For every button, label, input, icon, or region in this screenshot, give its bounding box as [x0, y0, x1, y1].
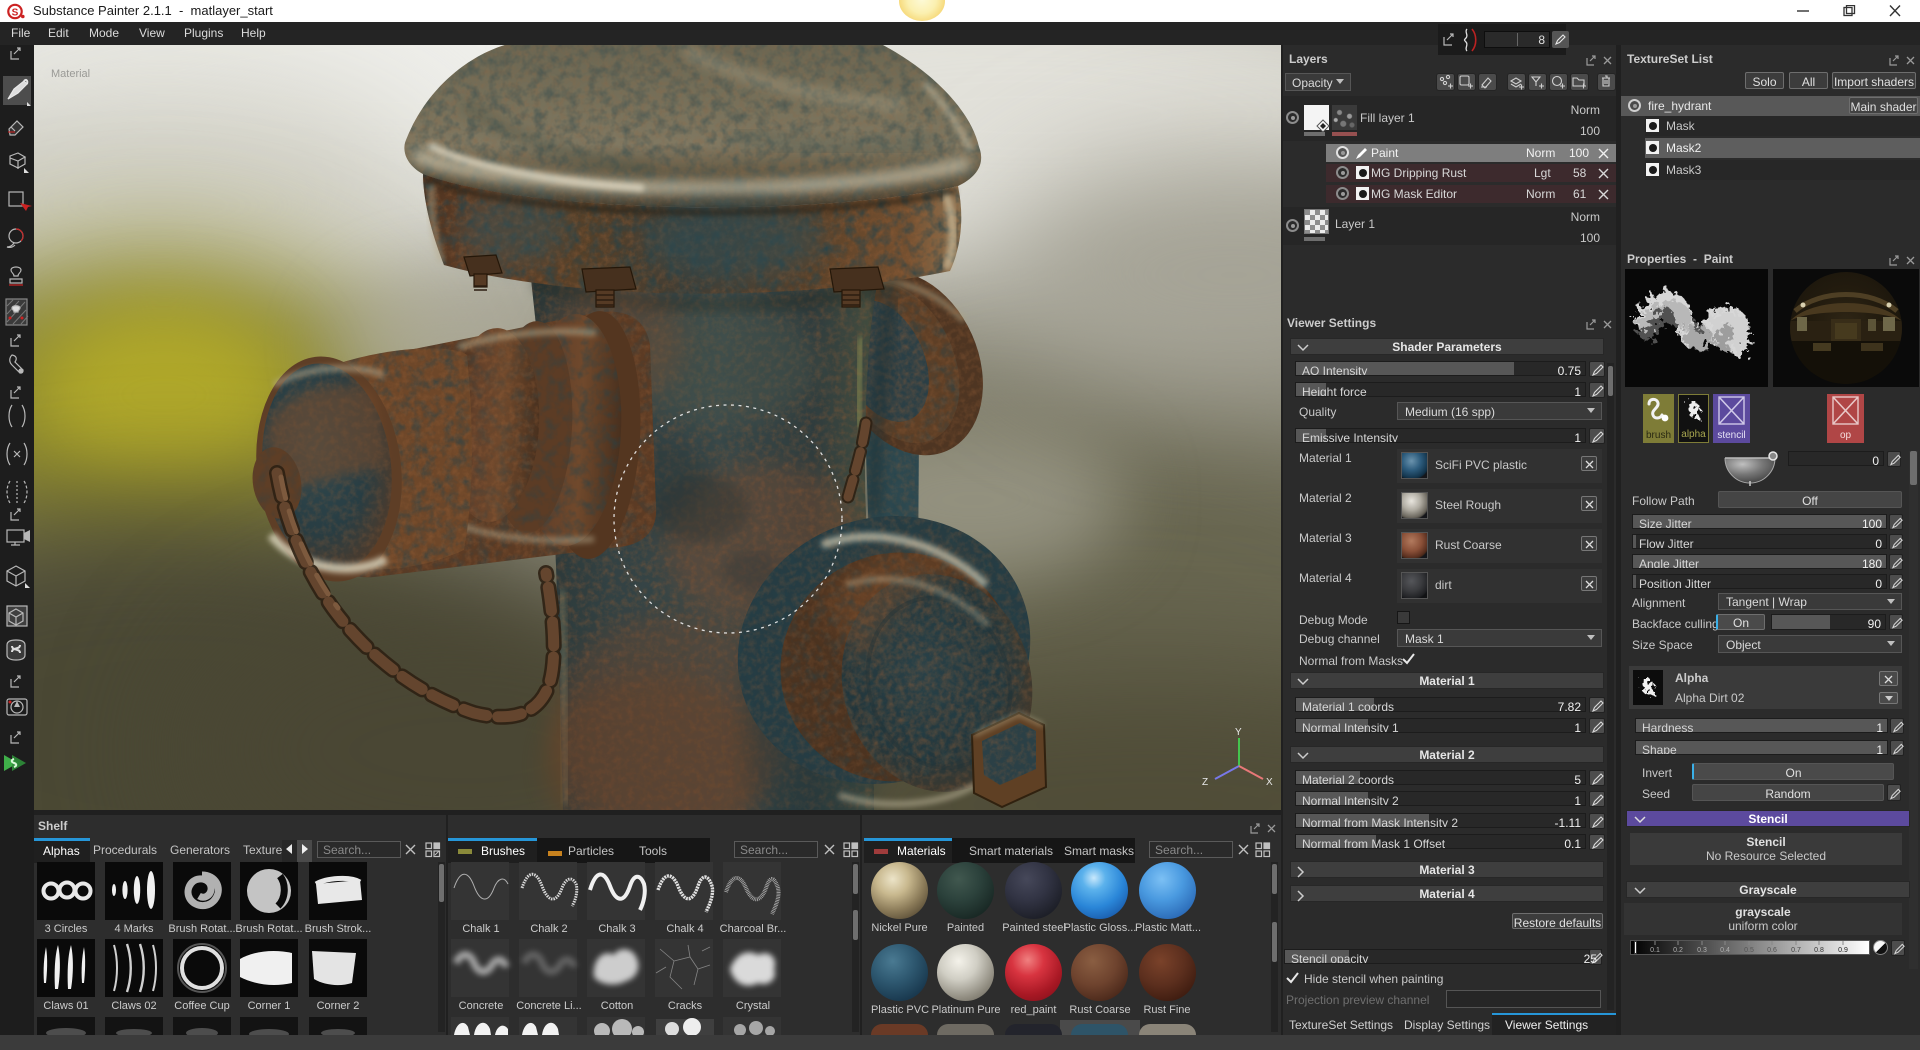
svg-text:0.8: 0.8	[1814, 947, 1824, 954]
svg-text:Z: Z	[1202, 777, 1208, 788]
svg-text:0.6: 0.6	[1767, 947, 1777, 954]
svg-text:Chalk 3: Chalk 3	[598, 923, 635, 935]
svg-text:S: S	[12, 8, 19, 19]
svg-text:Brush Rotat...: Brush Rotat...	[235, 923, 302, 935]
svg-text:Chalk 2: Chalk 2	[530, 923, 567, 935]
svg-text:Chalk 1: Chalk 1	[462, 923, 499, 935]
svg-text:0.1: 0.1	[1650, 947, 1660, 954]
svg-text:Brush Strok...: Brush Strok...	[305, 923, 372, 935]
svg-text:4 Marks: 4 Marks	[114, 923, 154, 935]
svg-text:Corner 2: Corner 2	[317, 1000, 360, 1012]
svg-text:Cracks: Cracks	[668, 1000, 703, 1012]
svg-text:0.5: 0.5	[1744, 947, 1754, 954]
svg-text:3 Circles: 3 Circles	[45, 923, 88, 935]
svg-text:Charcoal Br...: Charcoal Br...	[720, 923, 787, 935]
svg-text:Claws 02: Claws 02	[111, 1000, 156, 1012]
svg-text:0.9: 0.9	[1838, 947, 1848, 954]
svg-text:0.7: 0.7	[1791, 947, 1801, 954]
svg-text:Crystal: Crystal	[736, 1000, 770, 1012]
svg-text:Corner 1: Corner 1	[248, 1000, 291, 1012]
svg-text:Claws 01: Claws 01	[43, 1000, 88, 1012]
svg-text:Y: Y	[1235, 727, 1242, 738]
svg-text:Material: Material	[51, 68, 90, 80]
svg-text:Chalk 4: Chalk 4	[666, 923, 703, 935]
svg-text:0.2: 0.2	[1673, 947, 1683, 954]
svg-text:Brush Rotat...: Brush Rotat...	[168, 923, 235, 935]
svg-text:Coffee Cup: Coffee Cup	[174, 1000, 229, 1012]
svg-text:0.4: 0.4	[1720, 947, 1730, 954]
svg-text:Concrete: Concrete	[459, 1000, 504, 1012]
svg-text:0.3: 0.3	[1697, 947, 1707, 954]
svg-text:X: X	[1266, 777, 1273, 788]
svg-text:Cotton: Cotton	[601, 1000, 633, 1012]
svg-text:Concrete Li...: Concrete Li...	[516, 1000, 581, 1012]
